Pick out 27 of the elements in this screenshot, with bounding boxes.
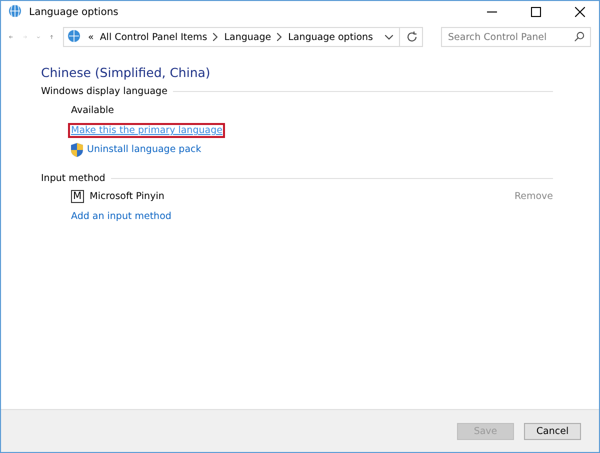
breadcrumb-item[interactable]: All Control Panel Items [100,32,208,42]
section-title: Input method [41,173,106,184]
chevron-right-icon [277,33,282,41]
chevron-down-icon[interactable] [385,34,393,40]
refresh-icon[interactable] [406,31,418,43]
keyboard-layout-icon: M [71,190,84,203]
search-field[interactable]: Search Control Panel [441,27,591,47]
link[interactable]: Add an input method [68,209,174,224]
shield-icon [71,142,83,156]
maximize-icon[interactable] [531,7,541,17]
breadcrumb-item[interactable]: « [88,32,94,42]
input-method-name: Microsoft Pinyin [90,191,164,202]
globe-icon [7,4,23,20]
globe-icon [66,29,82,45]
close-icon[interactable] [575,7,585,17]
section-title: Windows display language [41,86,168,97]
chevron-right-icon [213,33,218,41]
breadcrumb-item[interactable]: Language options [288,32,373,42]
breadcrumb-item[interactable]: Language [224,32,272,42]
link[interactable]: Uninstall language pack [84,142,204,157]
search-icon [574,31,585,42]
status-text: Available [71,105,116,116]
dialog-button[interactable]: Cancel [524,422,581,440]
window-title: Language options [29,6,118,18]
link[interactable]: Make this the primary language [68,123,226,138]
page-heading: Chinese (Simplified, China) [41,65,212,80]
address-bar[interactable]: « All Control Panel Items Language Language options [63,27,423,47]
